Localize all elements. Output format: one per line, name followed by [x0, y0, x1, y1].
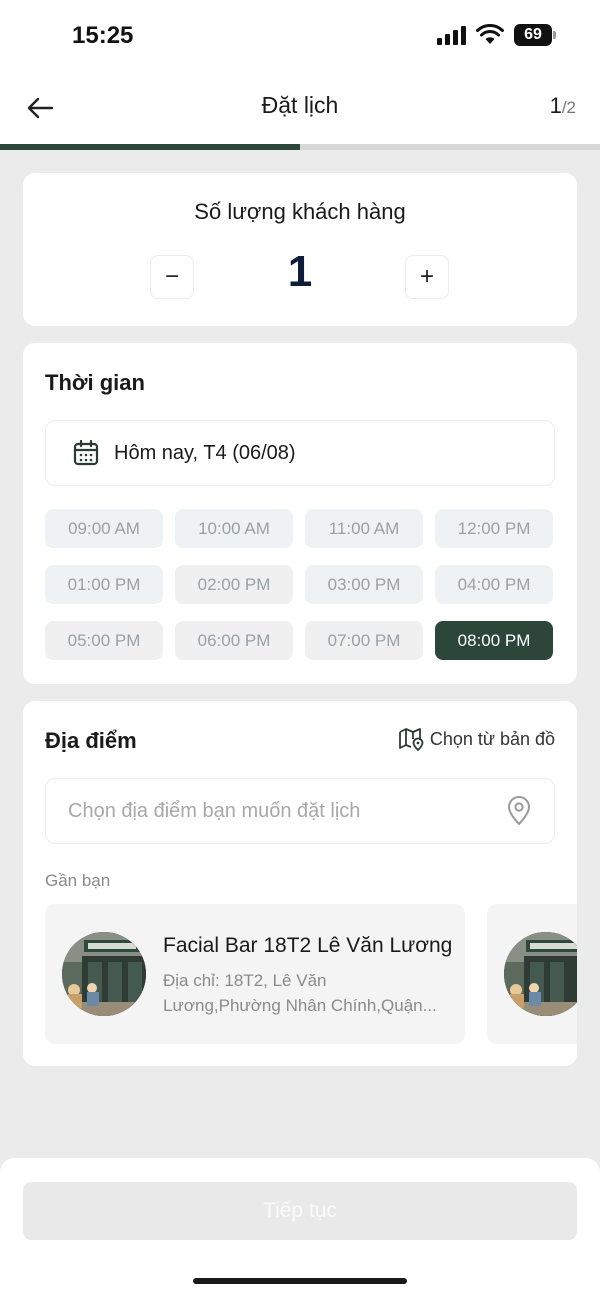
location-search-input[interactable] — [68, 799, 488, 823]
location-photo — [62, 932, 146, 1016]
time-slot[interactable]: 01:00 PM — [45, 565, 163, 604]
date-picker[interactable]: Hôm nay, T4 (06/08) — [45, 420, 555, 486]
choose-from-map-link[interactable]: Chọn từ bản đồ — [398, 727, 555, 751]
time-slot[interactable]: 09:00 AM — [45, 509, 163, 548]
time-slot[interactable]: 04:00 PM — [435, 565, 553, 604]
continue-button[interactable]: Tiếp tục — [23, 1182, 577, 1240]
location-section-title: Địa điểm — [45, 728, 137, 753]
status-icons: 69 — [437, 24, 556, 46]
step-indicator: 1/2 — [550, 93, 576, 119]
location-address: Địa chỉ: 18T2, Lê Văn Lương,Phường Nhân … — [163, 968, 453, 1018]
storefront-image-icon — [504, 932, 577, 1016]
battery-icon: 69 — [514, 24, 556, 46]
storefront-image-icon — [62, 932, 146, 1016]
battery-level: 69 — [514, 24, 552, 46]
time-section-title: Thời gian — [45, 370, 145, 395]
choose-from-map-label: Chọn từ bản đồ — [429, 728, 555, 749]
time-card: Thời gian Hôm nay, T4 (06/08) 09:00 AM 1… — [23, 343, 577, 684]
date-label: Hôm nay, T4 (06/08) — [114, 441, 296, 464]
increase-button[interactable]: + — [405, 255, 449, 299]
time-slot[interactable]: 07:00 PM — [305, 621, 423, 660]
quantity-value: 1 — [287, 247, 313, 296]
step-total: /2 — [561, 98, 576, 117]
step-current: 1 — [549, 93, 562, 118]
calendar-icon — [73, 439, 99, 466]
time-slot[interactable]: 02:00 PM — [175, 565, 293, 604]
status-time: 15:25 — [72, 22, 134, 49]
quantity-title: Số lượng khách hàng — [194, 199, 406, 224]
location-address-line2: Lương,Phường Nhân Chính,Quận... — [163, 996, 437, 1015]
page-title: Đặt lịch — [261, 92, 339, 118]
location-name: Facial Bar 18T2 Lê Văn Lương — [163, 934, 453, 957]
home-indicator — [193, 1278, 407, 1284]
time-slot-selected[interactable]: 08:00 PM — [435, 621, 553, 660]
location-card: Địa điểm Chọn từ bản đồ Gần bạn — [23, 701, 577, 1066]
progress-bar — [0, 144, 600, 150]
cellular-signal-icon — [437, 25, 466, 45]
time-slot[interactable]: 05:00 PM — [45, 621, 163, 660]
time-slot[interactable]: 12:00 PM — [435, 509, 553, 548]
nearby-locations-list: Facial Bar 18T2 Lê Văn Lương Địa chỉ: 18… — [45, 904, 577, 1044]
location-search-field[interactable] — [45, 778, 555, 844]
wifi-icon — [476, 24, 504, 44]
time-slot[interactable]: 06:00 PM — [175, 621, 293, 660]
time-slot[interactable]: 03:00 PM — [305, 565, 423, 604]
time-slot-grid: 09:00 AM 10:00 AM 11:00 AM 12:00 PM 01:0… — [45, 509, 555, 660]
map-icon — [398, 728, 424, 751]
nearby-label: Gần bạn — [45, 871, 111, 890]
location-pin-icon — [507, 796, 531, 826]
progress-fill — [0, 144, 300, 150]
bottom-action-bar: Tiếp tục — [0, 1158, 600, 1298]
location-item[interactable]: Facial Bar 18T2 Lê Văn Lương Địa chỉ: 18… — [45, 904, 465, 1044]
location-address-line1: Địa chỉ: 18T2, Lê Văn — [163, 971, 327, 990]
location-photo — [504, 932, 577, 1016]
status-bar: 15:25 69 — [0, 0, 600, 72]
time-slot[interactable]: 11:00 AM — [305, 509, 423, 548]
location-item[interactable] — [487, 904, 577, 1044]
time-slot[interactable]: 10:00 AM — [175, 509, 293, 548]
customer-quantity-card: Số lượng khách hàng − 1 + — [23, 173, 577, 326]
nav-bar: Đặt lịch 1/2 — [0, 72, 600, 144]
